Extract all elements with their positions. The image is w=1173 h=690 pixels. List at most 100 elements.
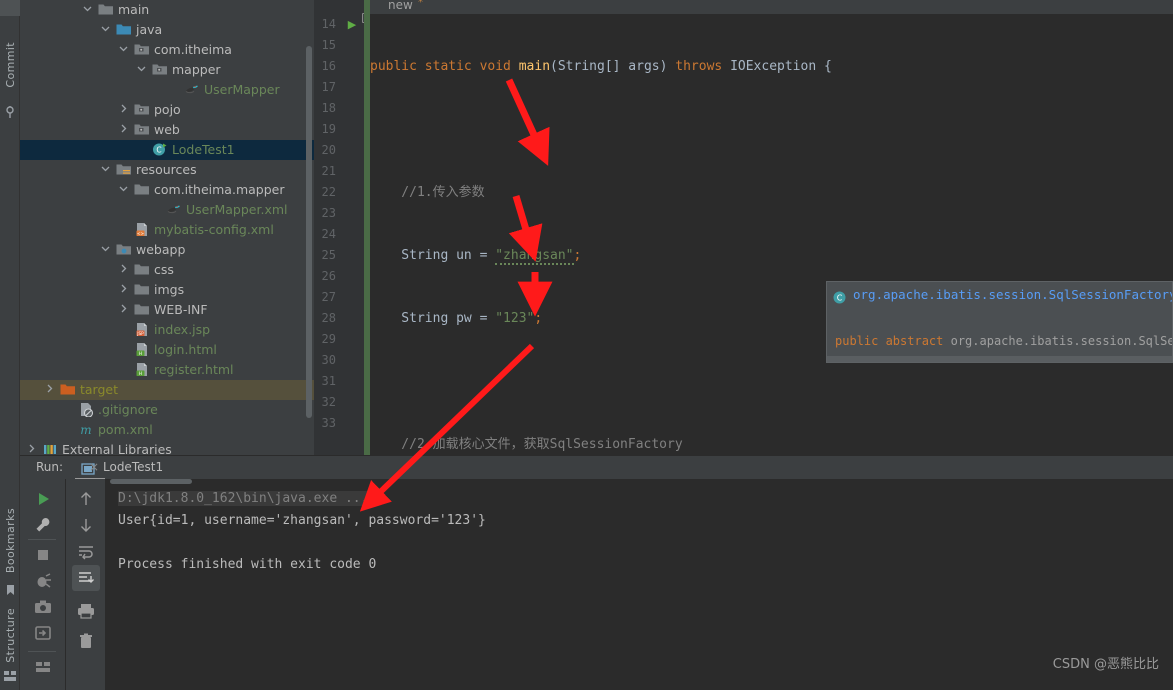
commit-icon[interactable] (3, 104, 17, 118)
line-number-32: 32 (321, 395, 336, 409)
console-horizontal-scrollbar[interactable] (110, 479, 192, 484)
tree-row-usermapper-xml[interactable]: UserMapper.xml (20, 200, 314, 220)
libraries-icon (42, 442, 58, 455)
tree-row-login-html[interactable]: Hlogin.html (20, 340, 314, 360)
line-number-22: 22 (321, 185, 336, 199)
tree-row-lodetest1[interactable]: C LodeTest1 (20, 140, 314, 160)
folder-gray-icon (134, 182, 150, 198)
chevron-right-icon[interactable] (118, 100, 129, 120)
folder-gray-icon (134, 302, 150, 318)
project-tool-tab[interactable] (0, 0, 20, 16)
line-number-30: 30 (321, 353, 336, 367)
chevron-right-icon[interactable] (26, 440, 37, 455)
chevron-right-icon[interactable] (118, 120, 129, 140)
svg-text:JSP: JSP (136, 331, 144, 336)
bookmarks-icon[interactable] (3, 582, 17, 596)
chevron-down-icon[interactable] (100, 20, 111, 40)
bookmarks-tool-label[interactable]: Bookmarks (4, 508, 17, 573)
tree-row--gitignore[interactable]: .gitignore (20, 400, 314, 420)
run-tab-lodetest1[interactable]: LodeTest1 × (75, 456, 163, 480)
close-icon[interactable]: × (89, 460, 99, 474)
tree-row-index-jsp[interactable]: JSP index.jsp (20, 320, 314, 340)
soft-wrap-icon[interactable] (76, 541, 96, 561)
tree-row-css[interactable]: css (20, 260, 314, 280)
run-panel-label: Run: (36, 460, 64, 474)
tree-row-external-libraries[interactable]: External Libraries (20, 440, 314, 455)
code-editor[interactable]: new * public static void main(String[] a… (370, 0, 1173, 455)
chevron-down-icon[interactable] (100, 160, 111, 180)
tree-row-pojo[interactable]: pojo (20, 100, 314, 120)
tree-row-resources[interactable]: resources (20, 160, 314, 180)
class-icon: C (833, 288, 846, 304)
code-line-16: //1.传入参数 (370, 185, 485, 200)
tree-row-pom-xml[interactable]: m pom.xml (20, 420, 314, 440)
tree-row-com-itheima[interactable]: com.itheima (20, 40, 314, 60)
line-number-14: 14 (321, 17, 336, 31)
tree-row-mybatis-config-xml[interactable]: <> mybatis-config.xml (20, 220, 314, 240)
debug-icon[interactable] (33, 571, 53, 591)
structure-icon[interactable] (3, 668, 17, 682)
tooltip-class-name[interactable]: org.apache.ibatis.session.SqlSessionFact… (853, 284, 1172, 306)
chevron-down-icon[interactable] (118, 40, 129, 60)
tree-row-webapp[interactable]: webapp (20, 240, 314, 260)
editor-gutter[interactable]: 14 15 16 17 18 19 20 21 22 23 24 25 26 27 28 29 30 31 32 33… (314, 0, 371, 455)
editor-tab-modified-marker: * (418, 0, 423, 8)
tree-row-web[interactable]: web (20, 120, 314, 140)
layout-icon[interactable] (33, 657, 53, 677)
tree-row-mapper[interactable]: mapper (20, 60, 314, 80)
tree-row-label: pojo (154, 102, 181, 117)
camera-icon[interactable] (33, 597, 53, 617)
down-arrow-icon[interactable] (76, 515, 96, 535)
up-arrow-icon[interactable] (76, 489, 96, 509)
jsp-file-icon: JSP (134, 322, 150, 338)
line-number-23: 23 (321, 206, 336, 220)
chevron-down-icon[interactable] (82, 0, 93, 20)
trash-icon[interactable] (76, 631, 96, 651)
line-number-17: 17 (321, 80, 336, 94)
run-method-icon[interactable]: ▶ (345, 14, 359, 35)
tree-row-label: java (136, 22, 163, 37)
structure-tool-label[interactable]: Structure (4, 608, 17, 663)
tree-row-imgs[interactable]: imgs (20, 280, 314, 300)
package-icon (134, 122, 150, 138)
quick-documentation-popup[interactable]: C org.apache.ibatis.session.SqlSessionFa… (826, 281, 1173, 363)
project-tree[interactable]: main java com.itheima mapper UserMapper pojo w… (20, 0, 314, 455)
chevron-right-icon[interactable] (44, 380, 55, 400)
tree-row-java[interactable]: java (20, 20, 314, 40)
stop-icon[interactable] (33, 545, 53, 565)
svg-text:H: H (139, 351, 142, 356)
tree-row-web-inf[interactable]: WEB-INF (20, 300, 314, 320)
tree-row-label: .gitignore (98, 402, 158, 417)
settings-wrench-icon[interactable] (33, 515, 53, 535)
chevron-down-icon[interactable] (118, 180, 129, 200)
tree-row-target[interactable]: target (20, 380, 314, 400)
tree-row-label: WEB-INF (154, 302, 208, 317)
svg-text:<>: <> (137, 231, 145, 236)
tree-row-register-html[interactable]: Hregister.html (20, 360, 314, 380)
chevron-right-icon[interactable] (118, 260, 129, 280)
package-icon (134, 102, 150, 118)
tree-row-usermapper[interactable]: UserMapper (20, 80, 314, 100)
tree-row-main[interactable]: main (20, 0, 314, 20)
chevron-down-icon[interactable] (136, 60, 147, 80)
run-console-output[interactable]: D:\jdk1.8.0_162\bin\java.exe ... User{id… (106, 479, 1173, 690)
scroll-to-end-icon[interactable] (76, 568, 96, 588)
tree-row-com-itheima-mapper[interactable]: com.itheima.mapper (20, 180, 314, 200)
chevron-right-icon[interactable] (118, 300, 129, 320)
rerun-icon[interactable] (33, 489, 53, 509)
line-number-28: 28 (321, 311, 336, 325)
export-icon[interactable] (33, 623, 53, 643)
editor-tab-label[interactable]: new (388, 0, 413, 12)
svg-text:H: H (139, 371, 142, 376)
package-icon (152, 62, 168, 78)
folder-gray-icon (134, 282, 150, 298)
line-number-19: 19 (321, 122, 336, 136)
line-number-29: 29 (321, 332, 336, 346)
chevron-right-icon[interactable] (118, 280, 129, 300)
commit-tool-label[interactable]: Commit (4, 42, 17, 88)
print-icon[interactable] (76, 601, 96, 621)
chevron-down-icon[interactable] (100, 240, 111, 260)
code-content[interactable]: public static void main(String[] args) t… (370, 14, 1173, 455)
tree-row-label: UserMapper (204, 82, 280, 97)
